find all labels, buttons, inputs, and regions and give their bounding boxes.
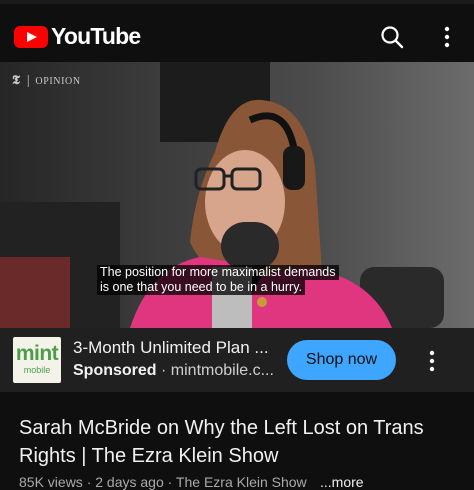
more-vert-icon[interactable] xyxy=(422,350,442,372)
ad-domain: mintmobile.c... xyxy=(170,362,274,379)
search-icon[interactable] xyxy=(380,25,404,49)
caption-line-2: is one that you need to be in a hurry. xyxy=(97,280,305,295)
youtube-logo[interactable]: YouTube xyxy=(14,23,141,50)
top-app-bar: YouTube xyxy=(0,0,474,62)
nyt-logo: 𝕿 xyxy=(12,72,21,87)
ad-title[interactable]: 3-Month Unlimited Plan ... xyxy=(73,338,269,358)
nyt-opinion-watermark: 𝕿 │ OPINION xyxy=(12,72,81,87)
shop-now-button[interactable]: Shop now xyxy=(287,340,396,380)
youtube-logo-icon xyxy=(14,25,48,48)
watermark-text: OPINION xyxy=(35,76,81,87)
ad-separator: · xyxy=(161,362,167,379)
ad-logo-mobile: mobile xyxy=(23,365,51,375)
ad-meta: Sponsored · mintmobile.c... xyxy=(73,362,274,380)
video-title[interactable]: Sarah McBride on Why the Left Lost on Tr… xyxy=(19,414,459,470)
caption-line-1: The position for more maximalist demands xyxy=(97,265,339,280)
subtitle-caption: The position for more maximalist demands… xyxy=(97,265,339,295)
more-vert-icon[interactable] xyxy=(437,25,457,49)
video-player[interactable]: 𝕿 │ OPINION The position for more maximal… xyxy=(0,62,474,328)
ad-logo-mint: mint xyxy=(15,342,59,365)
sponsored-ad-banner[interactable]: mint mobile 3-Month Unlimited Plan ... S… xyxy=(0,328,474,392)
sponsored-label: Sponsored xyxy=(73,362,157,379)
app-name: YouTube xyxy=(51,23,141,49)
mint-mobile-logo[interactable]: mint mobile xyxy=(13,337,61,383)
